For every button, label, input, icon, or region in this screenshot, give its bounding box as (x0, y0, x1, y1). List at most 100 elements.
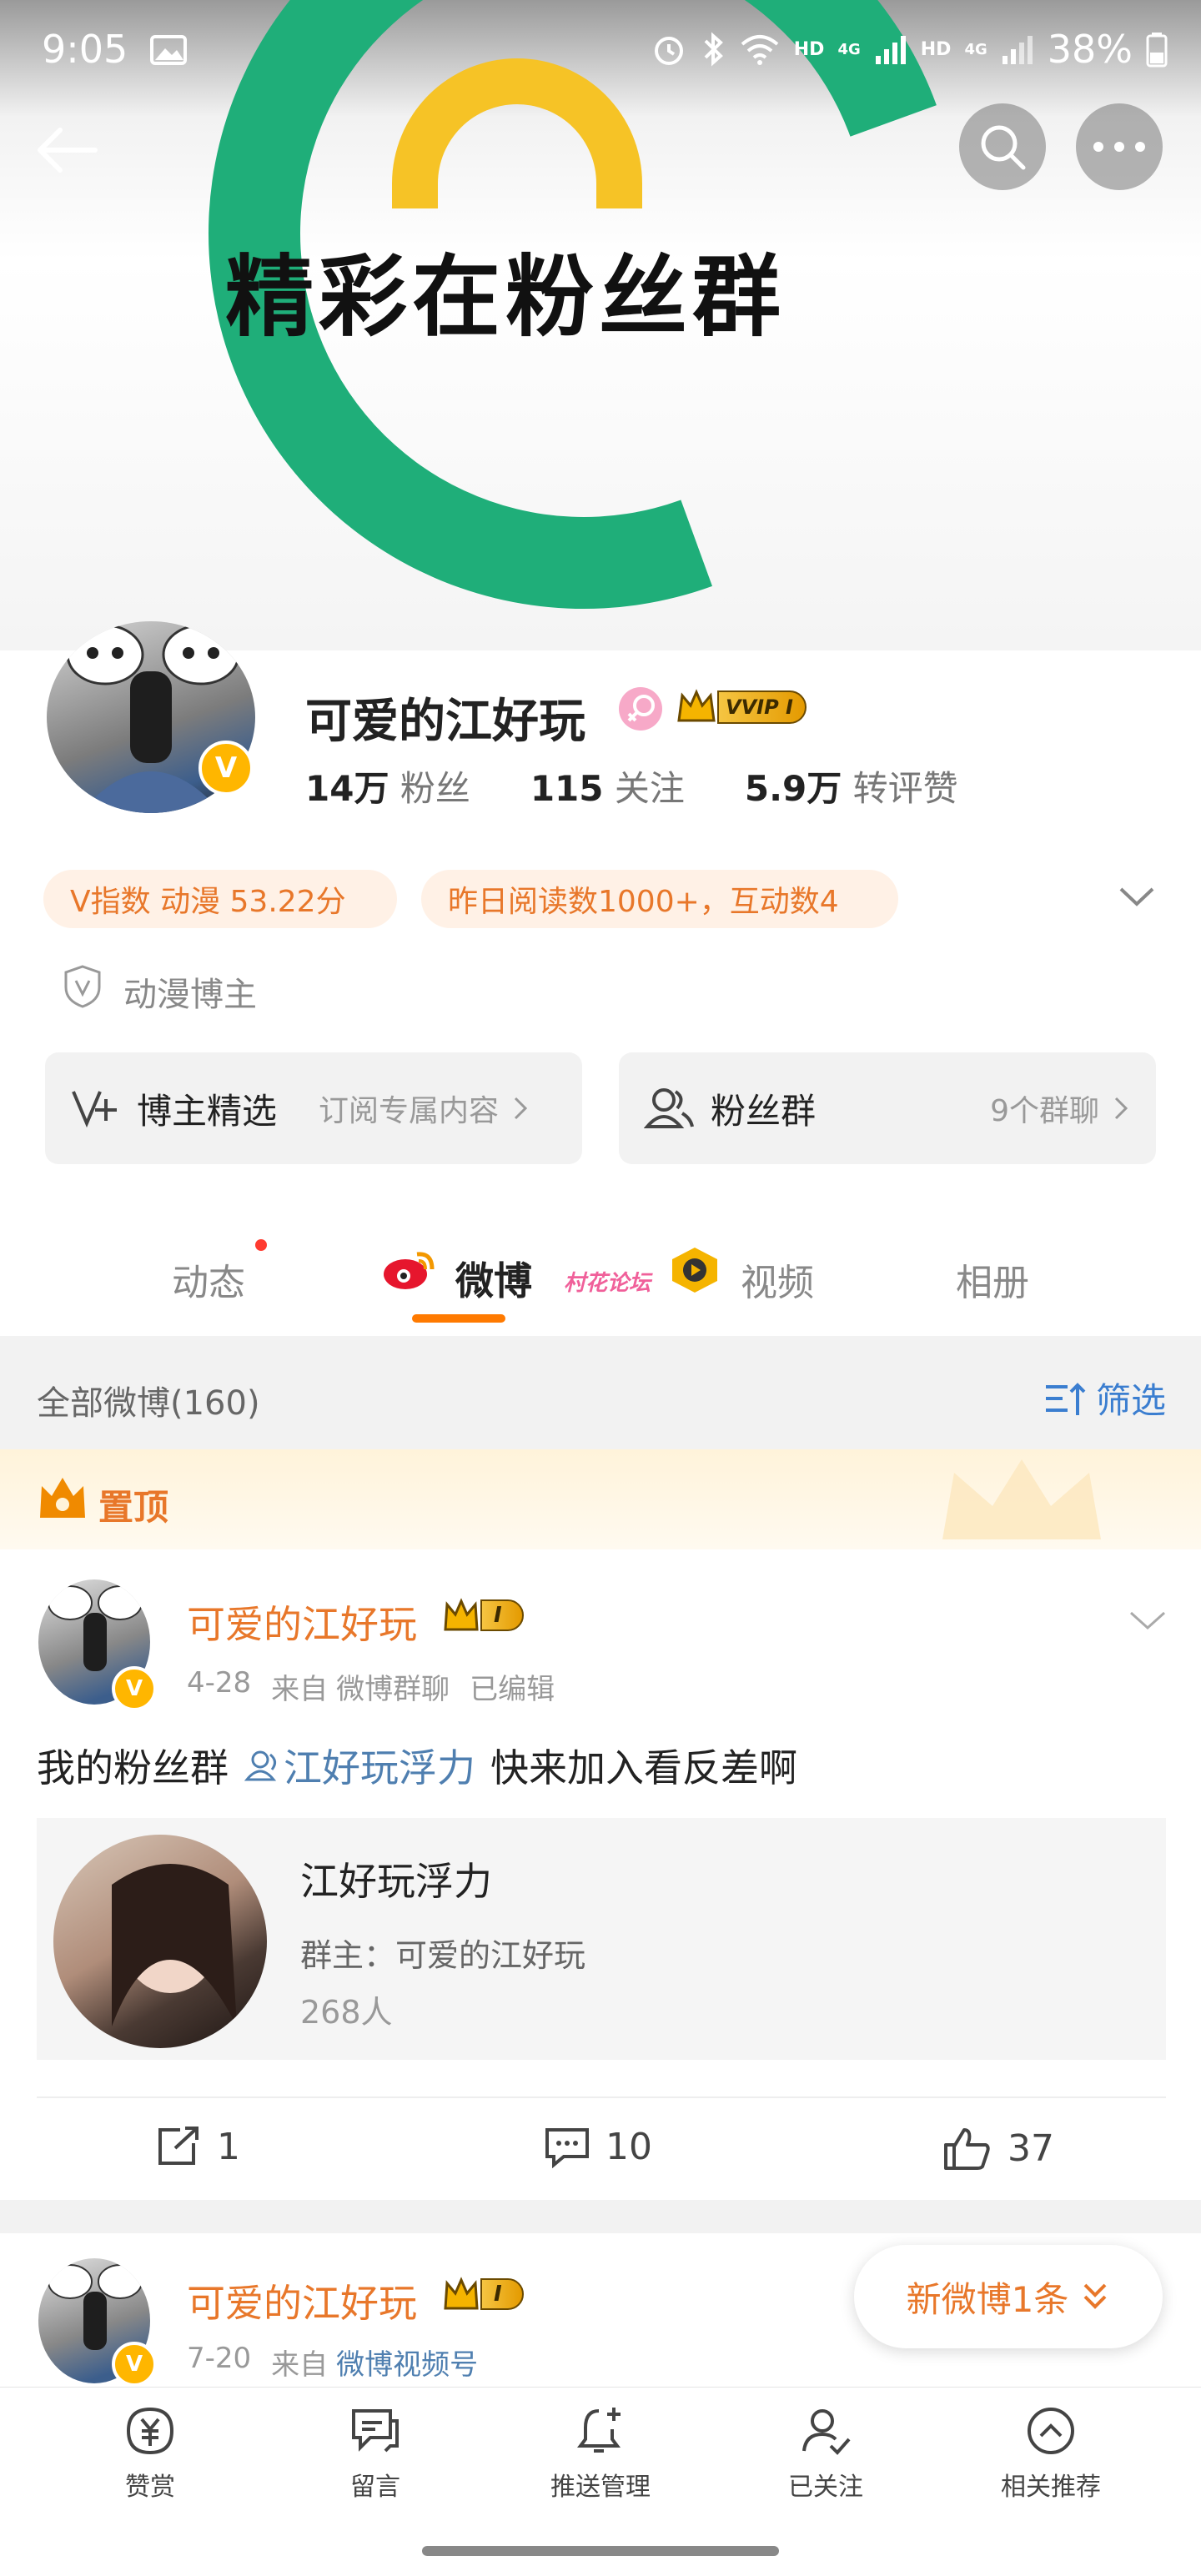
group-people-icon (644, 1088, 694, 1128)
search-icon (981, 125, 1026, 170)
back-button[interactable] (33, 117, 100, 183)
post-2-meta: 7-20 来自 微博视频号 (187, 2342, 478, 2383)
post-2-verified-badge: V (112, 2342, 157, 2387)
pinned-crown-icon (40, 1478, 85, 1518)
stat-following-num: 115 (530, 768, 604, 809)
like-count: 37 (1008, 2127, 1054, 2170)
filter-button[interactable]: 筛选 (1043, 1373, 1166, 1424)
nav-following[interactable]: 已关注 (734, 2404, 917, 2503)
bell-plus-icon (577, 2408, 621, 2453)
nav-push-settings-label: 推送管理 (550, 2473, 651, 2502)
banner-text: 精彩在粉丝群 (225, 244, 786, 349)
post-text-suffix: 快来加入看反差啊 (490, 1745, 797, 1790)
vip-badge[interactable]: VVIP I (676, 687, 811, 727)
post-2-badge-label: I (480, 2278, 524, 2310)
stat-likes-label: 转评赞 (852, 768, 958, 809)
stat-following[interactable]: 115 关注 (530, 761, 685, 811)
wifi-icon (741, 35, 779, 65)
reading-stats-pill[interactable]: 昨日阅读数1000+，互动数4 (421, 870, 898, 928)
hd-label-1: HD (793, 38, 825, 60)
post-meta: 4-28 来自 微博群聊 已编辑 (187, 1666, 555, 1707)
group-link-icon (244, 1750, 277, 1781)
post-2-from: 来自 (271, 2348, 329, 2382)
nav-push-settings[interactable]: 推送管理 (509, 2404, 692, 2503)
tab-bar: 动态 微博 村花论坛 视频 相册 (0, 1226, 1201, 1334)
featured-v-icon (72, 1091, 117, 1128)
chevron-down-icon[interactable] (1118, 884, 1156, 909)
back-arrow-icon (38, 128, 98, 173)
nav-tip[interactable]: 赞赏 (58, 2404, 242, 2503)
group-card[interactable]: 江好玩浮力 群主：可爱的江好玩 268人 (37, 1818, 1166, 2060)
chevron-right-icon (514, 1097, 528, 1120)
tab-weibo[interactable]: 微博 (455, 1251, 532, 1306)
crown-watermark-icon (942, 1459, 1101, 1539)
pinned-label-text: 置顶 (98, 1487, 169, 1528)
stat-followers-num: 14万 (305, 768, 389, 809)
shield-icon (64, 965, 101, 1008)
new-posts-button[interactable]: 新微博1条 (854, 2245, 1163, 2348)
tab-active-indicator (412, 1314, 505, 1323)
post-author-badge: I (442, 1596, 524, 1634)
post-2-source[interactable]: 微博视频号 (336, 2342, 478, 2383)
tab-activity[interactable]: 动态 (172, 1253, 245, 1306)
group-link[interactable]: 江好玩浮力 (244, 1738, 475, 1793)
post-divider (37, 2096, 1166, 2098)
all-posts-count: 全部微博(160) (37, 1384, 260, 1423)
nav-recommend[interactable]: 相关推荐 (959, 2404, 1143, 2503)
vip-label: VVIP I (717, 690, 807, 724)
nav-message[interactable]: 留言 (284, 2404, 467, 2503)
crown-icon (444, 1598, 479, 1631)
pinned-banner: 置顶 (0, 1449, 1201, 1549)
more-button[interactable] (1076, 103, 1163, 190)
v-index-pill[interactable]: V指数 动漫 53.22分 (43, 870, 397, 928)
stat-following-label: 关注 (614, 768, 685, 809)
comment-icon (545, 2128, 589, 2168)
nav-recommend-label: 相关推荐 (1001, 2473, 1101, 2502)
home-indicator[interactable] (422, 2546, 779, 2556)
group-avatar-art (112, 1864, 237, 2026)
nav-message-label: 留言 (350, 2473, 400, 2502)
nav-tip-label: 赞赏 (125, 2473, 175, 2502)
repost-count: 1 (217, 2125, 240, 2168)
search-button[interactable] (959, 103, 1046, 190)
profile-stats: 14万 粉丝 115 关注 5.9万 转评赞 (305, 761, 958, 811)
fan-group-card[interactable]: 粉丝群 9个群聊 (619, 1052, 1156, 1164)
post-text: 我的粉丝群 江好玩浮力 快来加入看反差啊 (37, 1738, 797, 1793)
network-4g-label-1: 4G (837, 40, 861, 58)
group-members: 268人 (300, 1994, 393, 2031)
bottom-nav: 赞赏 留言 推送管理 已关注 相关推荐 (0, 2387, 1201, 2576)
stat-likes[interactable]: 5.9万 转评赞 (745, 761, 958, 811)
repost-button[interactable]: 1 (155, 2125, 240, 2168)
like-button[interactable]: 37 (942, 2125, 1054, 2172)
tab-video[interactable]: 视频 (741, 1253, 814, 1306)
yuan-coin-icon (126, 2407, 174, 2455)
featured-content-card[interactable]: 博主精选 订阅专属内容 (45, 1052, 582, 1164)
post-date: 4-28 (187, 1666, 252, 1700)
post-badge-label: I (480, 1599, 524, 1631)
chevron-down-icon[interactable] (1128, 1608, 1168, 1633)
filter-label: 筛选 (1096, 1380, 1167, 1421)
stat-followers[interactable]: 14万 粉丝 (305, 761, 470, 811)
post-source[interactable]: 微博群聊 (336, 1666, 450, 1707)
bluetooth-icon (704, 32, 723, 67)
tab-album[interactable]: 相册 (956, 1253, 1029, 1306)
battery-percent: 38% (1047, 27, 1133, 72)
stat-followers-label: 粉丝 (399, 768, 470, 809)
post-card-1[interactable]: V 可爱的江好玩 I 4-28 来自 微博群聊 已编辑 我的粉丝群 江好玩浮力 … (0, 1549, 1201, 2200)
featured-title: 博主精选 (137, 1090, 278, 1132)
group-owner: 群主：可爱的江好玩 (300, 1937, 586, 1974)
post-text-prefix: 我的粉丝群 (37, 1745, 229, 1790)
hd-label-2: HD (920, 38, 952, 60)
post-author-name[interactable]: 可爱的江好玩 (187, 1594, 417, 1650)
group-title: 江好玩浮力 (300, 1859, 492, 1904)
battery-icon (1146, 33, 1168, 68)
comment-button[interactable]: 10 (544, 2125, 652, 2168)
signal-icon (875, 36, 906, 64)
double-chevron-down-icon (1083, 2283, 1107, 2309)
fan-group-sub: 9个群聊 (990, 1094, 1099, 1128)
arrow-up-circle-icon (1028, 2408, 1074, 2454)
post-from: 来自 (271, 1673, 329, 1706)
stat-likes-num: 5.9万 (744, 768, 842, 809)
post-2-author-name[interactable]: 可爱的江好玩 (187, 2273, 417, 2328)
watermark-text: 村花论坛 (564, 1271, 651, 1296)
